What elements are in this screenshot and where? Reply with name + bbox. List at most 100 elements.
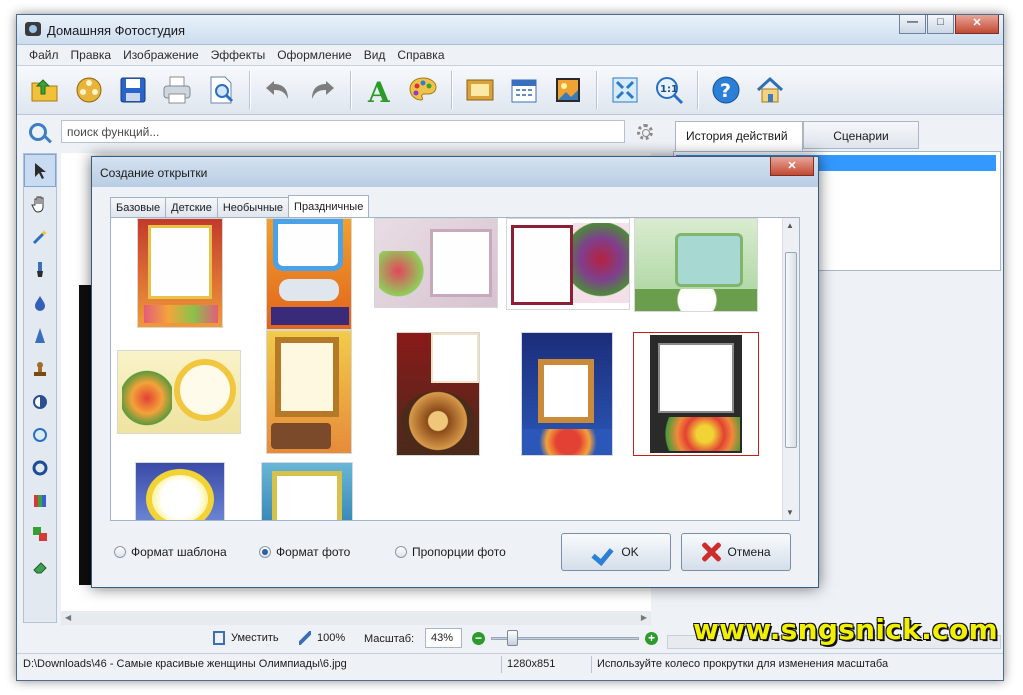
scale-label: Масштаб: <box>364 633 415 645</box>
postcard-dialog: Создание открытки ✕ Базовые Детские Необ… <box>91 156 819 588</box>
template-thumbnail[interactable] <box>634 218 758 312</box>
svg-text:?: ? <box>720 80 731 102</box>
lens-tool-icon[interactable] <box>24 418 56 451</box>
gallery-scroll-thumb[interactable] <box>785 252 797 448</box>
template-thumbnail[interactable] <box>506 218 630 310</box>
save-disk-icon[interactable] <box>113 70 153 110</box>
calendar-icon[interactable] <box>504 70 544 110</box>
home-icon[interactable] <box>750 70 790 110</box>
tab-unusual[interactable]: Необычные <box>216 197 290 218</box>
template-thumbnail[interactable] <box>266 218 352 330</box>
preview-icon[interactable] <box>201 70 241 110</box>
tab-scenarios[interactable]: Сценарии <box>803 121 919 149</box>
status-bar: D:\Downloads\46 - Самые красивые женщины… <box>17 653 1003 675</box>
search-input[interactable] <box>61 120 625 143</box>
zoom-slider-handle[interactable] <box>507 630 518 646</box>
scroll-right-icon[interactable]: ▶ <box>641 613 647 622</box>
frame-icon[interactable] <box>460 70 500 110</box>
window-title: Домашняя Фотостудия <box>47 23 186 38</box>
scroll-up-icon[interactable]: ▲ <box>786 221 794 230</box>
open-folder-icon[interactable] <box>25 70 65 110</box>
magic-wand-icon[interactable] <box>24 220 56 253</box>
sharpen-tool-icon[interactable] <box>24 319 56 352</box>
check-icon <box>593 541 615 563</box>
fit-screen-icon[interactable] <box>605 70 645 110</box>
minimize-button[interactable]: — <box>899 15 926 34</box>
hand-tool-icon[interactable] <box>24 187 56 220</box>
tab-history[interactable]: История действий <box>675 121 803 151</box>
redo-icon[interactable] <box>302 70 342 110</box>
template-gallery: ▲ ▼ <box>110 217 800 521</box>
radio-selected-icon <box>259 546 271 558</box>
option-photo-format[interactable]: Формат фото <box>259 545 350 559</box>
menu-decoration[interactable]: Оформление <box>271 45 357 65</box>
main-toolbar: A 1:1 ? <box>17 65 1003 115</box>
ring-tool-icon[interactable] <box>24 451 56 484</box>
scale-input[interactable]: 43% <box>425 628 462 648</box>
contrast-tool-icon[interactable] <box>24 385 56 418</box>
radio-icon <box>395 546 407 558</box>
drop-tool-icon[interactable] <box>24 286 56 319</box>
tab-holiday[interactable]: Праздничные <box>288 195 370 218</box>
template-thumbnail[interactable] <box>521 332 613 456</box>
dialog-title-bar: Создание открытки ✕ <box>92 157 818 187</box>
zoom-in-icon[interactable]: + <box>645 632 658 645</box>
help-icon[interactable]: ? <box>706 70 746 110</box>
template-thumbnail[interactable] <box>137 218 223 328</box>
collage-icon[interactable] <box>548 70 588 110</box>
canvas-horizontal-scrollbar[interactable]: ◀ ▶ <box>61 611 651 625</box>
fit-button[interactable]: Уместить <box>213 631 279 645</box>
dialog-close-button[interactable]: ✕ <box>770 157 814 176</box>
tab-basic[interactable]: Базовые <box>110 197 167 218</box>
menu-help[interactable]: Справка <box>391 45 450 65</box>
search-icon <box>29 123 47 141</box>
fit-label: Уместить <box>231 632 279 644</box>
film-reel-icon[interactable] <box>69 70 109 110</box>
maximize-button[interactable]: □ <box>927 15 954 34</box>
status-file-path: D:\Downloads\46 - Самые красивые женщины… <box>23 658 347 670</box>
scroll-down-icon[interactable]: ▼ <box>786 508 794 517</box>
menu-effects[interactable]: Эффекты <box>205 45 272 65</box>
ok-button[interactable]: OK <box>561 533 671 571</box>
gear-icon[interactable] <box>637 124 653 140</box>
template-thumbnail[interactable] <box>396 332 480 456</box>
function-search-bar <box>17 115 667 149</box>
stamp-tool-icon[interactable] <box>24 352 56 385</box>
close-button[interactable]: ✕ <box>955 15 999 34</box>
menu-file[interactable]: Файл <box>23 45 65 65</box>
template-thumbnail[interactable] <box>261 462 353 520</box>
swap-colors-icon[interactable] <box>24 517 56 550</box>
zoom-out-icon[interactable]: − <box>472 632 485 645</box>
radio-icon <box>114 546 126 558</box>
watermark: www.sngsnick.com <box>693 613 998 646</box>
scroll-left-icon[interactable]: ◀ <box>65 613 71 622</box>
template-thumbnail[interactable] <box>117 350 241 434</box>
text-tool-icon[interactable]: A <box>359 70 399 110</box>
template-thumbnail-selected[interactable] <box>633 332 759 456</box>
option-template-format[interactable]: Формат шаблона <box>114 545 227 559</box>
template-thumbnail[interactable] <box>135 462 225 520</box>
option-label: Пропорции фото <box>412 545 506 559</box>
arrow-tool-icon[interactable] <box>24 154 56 187</box>
color-channels-icon[interactable] <box>24 484 56 517</box>
menu-edit[interactable]: Правка <box>65 45 118 65</box>
option-photo-proportions[interactable]: Пропорции фото <box>395 545 506 559</box>
palette-icon[interactable] <box>403 70 443 110</box>
menu-view[interactable]: Вид <box>358 45 392 65</box>
eraser-tool-icon[interactable] <box>24 550 56 583</box>
cancel-label: Отмена <box>727 545 771 559</box>
menu-image[interactable]: Изображение <box>117 45 205 65</box>
template-thumbnail[interactable] <box>374 218 498 308</box>
undo-icon[interactable] <box>258 70 298 110</box>
gallery-scrollbar[interactable]: ▲ ▼ <box>782 218 799 520</box>
zoom-100-button[interactable]: 100% <box>299 631 345 645</box>
brush-tool-icon[interactable] <box>24 253 56 286</box>
cancel-button[interactable]: Отмена <box>681 533 791 571</box>
toolbar-separator <box>350 71 351 109</box>
tab-kids[interactable]: Детские <box>165 197 218 218</box>
zoom-100-label: 100% <box>317 632 346 644</box>
option-label: Формат фото <box>276 545 351 559</box>
actual-size-icon[interactable]: 1:1 <box>649 70 689 110</box>
template-thumbnail[interactable] <box>266 330 352 454</box>
print-icon[interactable] <box>157 70 197 110</box>
